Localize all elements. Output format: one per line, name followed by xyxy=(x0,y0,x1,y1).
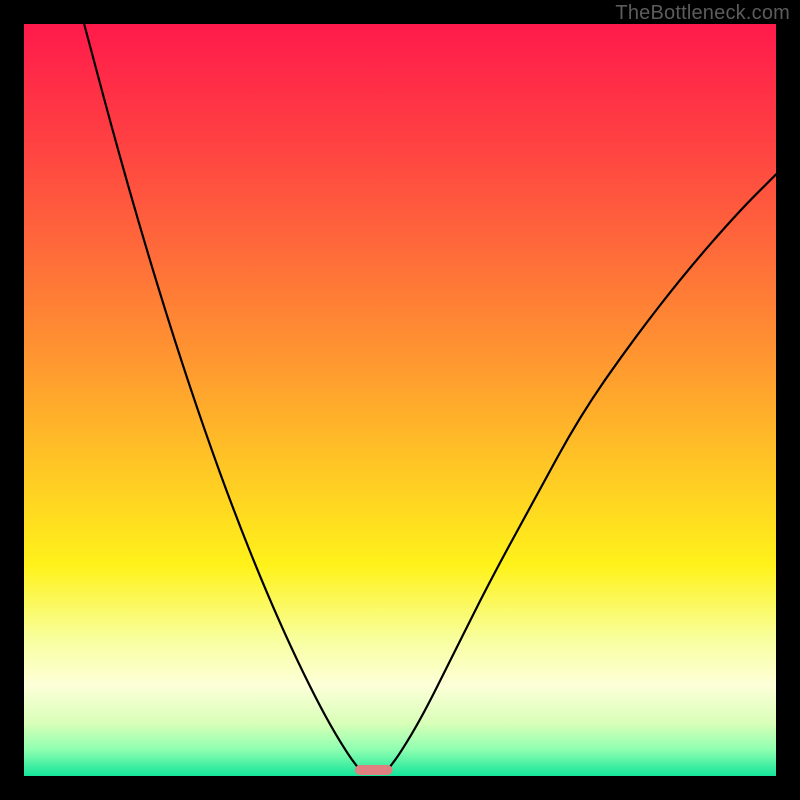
bottleneck-marker xyxy=(355,765,393,775)
chart-frame xyxy=(24,24,776,776)
gradient-background xyxy=(24,24,776,776)
chart-svg xyxy=(24,24,776,776)
watermark-text: TheBottleneck.com xyxy=(615,2,790,25)
